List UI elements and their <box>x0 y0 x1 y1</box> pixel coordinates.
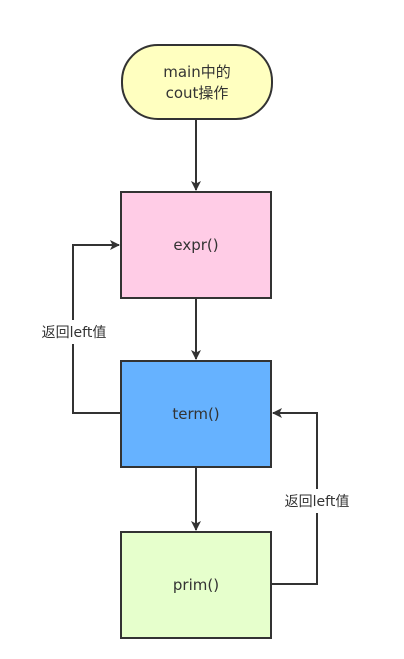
edge-label-prim-to-term: 返回left值 <box>272 489 362 513</box>
term-node: term() <box>120 360 272 468</box>
start-node-shape <box>121 44 273 120</box>
edge-label-term-to-expr: 返回left值 <box>30 320 118 344</box>
edge-label-text-left: 返回left值 <box>42 325 107 341</box>
flowchart: main中的 cout操作 expr() term() prim() 返回lef… <box>30 44 362 639</box>
expr-node: expr() <box>120 191 272 299</box>
start-node: main中的 cout操作 <box>121 44 273 120</box>
start-node-label-line1: main中的 <box>163 63 230 81</box>
term-node-label: term() <box>172 405 219 423</box>
edge-label-text-right: 返回left值 <box>285 494 350 510</box>
start-node-label-line2: cout操作 <box>166 84 229 102</box>
prim-node: prim() <box>120 531 272 639</box>
expr-node-label: expr() <box>173 236 218 254</box>
prim-node-label: prim() <box>173 576 219 594</box>
